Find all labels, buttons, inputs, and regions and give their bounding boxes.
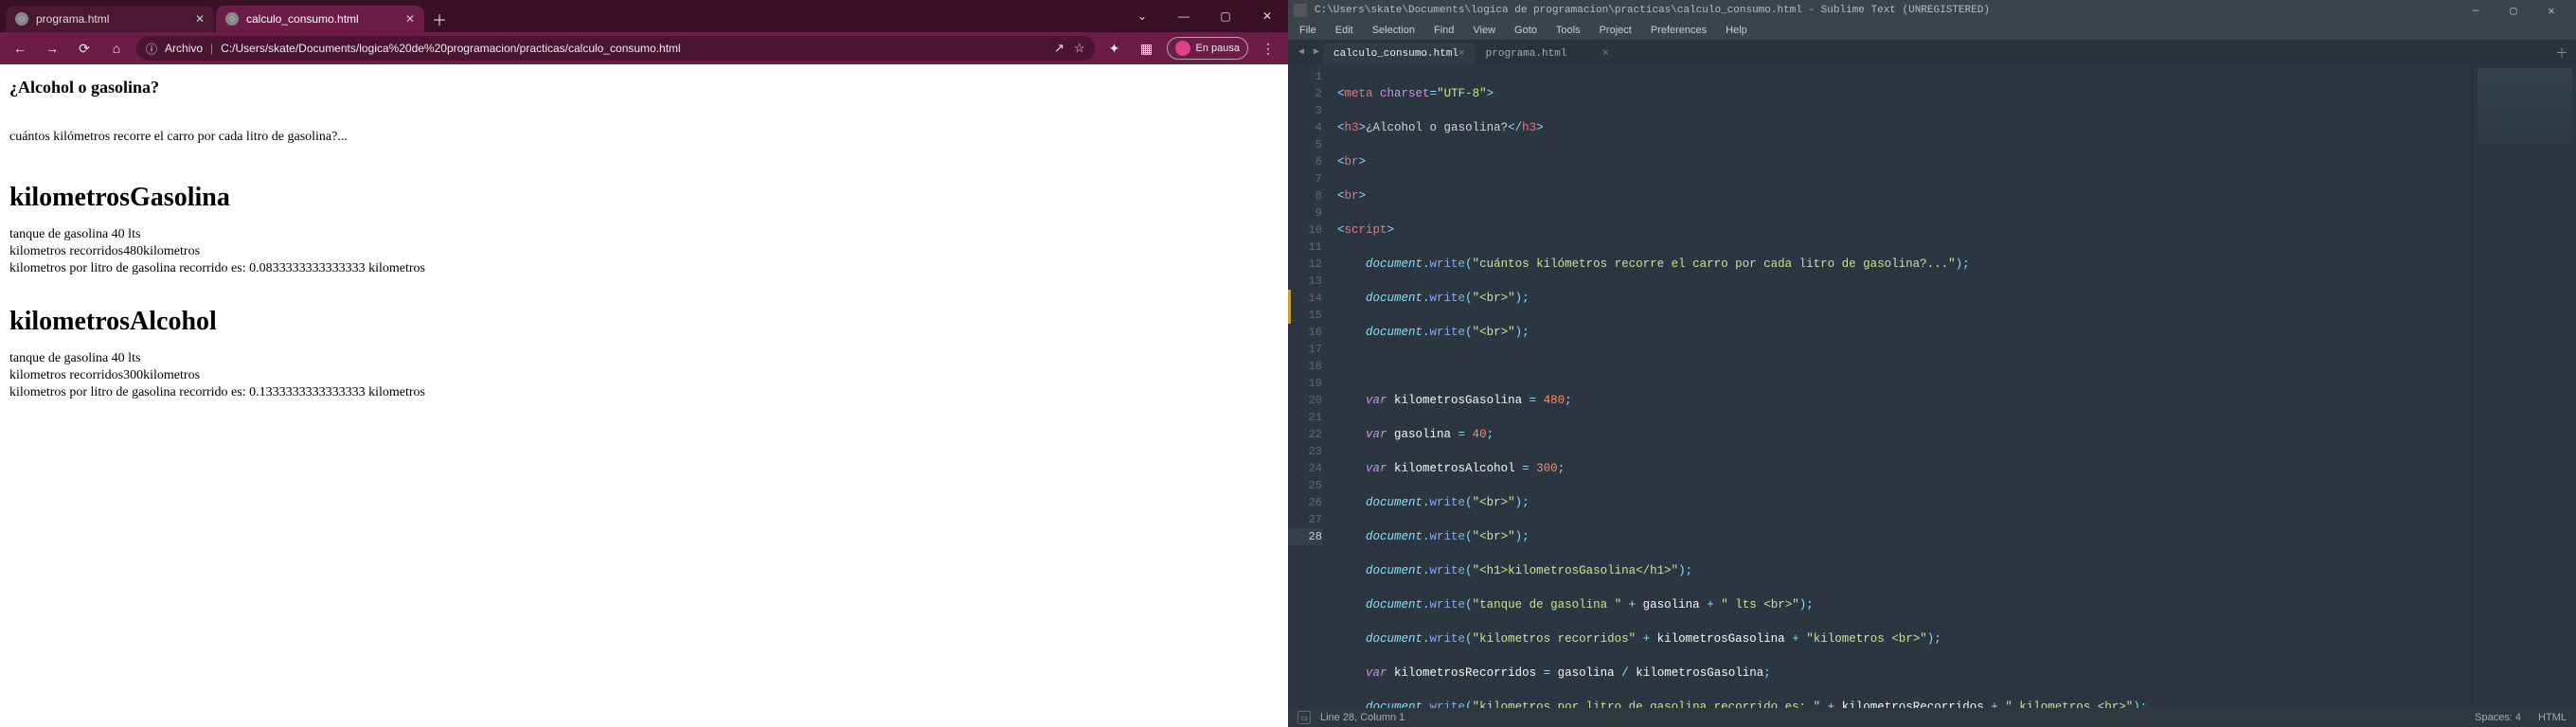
url-scheme-label: Archivo xyxy=(165,42,203,55)
new-tab-button[interactable]: ＋ xyxy=(426,6,453,32)
info-icon[interactable]: ⓘ xyxy=(146,41,157,57)
editor-tab-title: calculo_consumo.html xyxy=(1333,48,1458,60)
editor-area: 1234 5678 9101112 13141516 17181920 2122… xyxy=(1288,64,2576,708)
editor-tab-programa[interactable]: programa.html × xyxy=(1476,42,1619,64)
sublime-logo-icon xyxy=(1294,4,1307,17)
editor-tab-title: programa.html xyxy=(1486,48,1567,60)
editor-tab-calculo[interactable]: calculo_consumo.html × xyxy=(1324,42,1475,64)
favicon-icon: ◌ xyxy=(225,12,239,26)
tab-title: calculo_consumo.html xyxy=(246,12,359,26)
statusbar: ▭ Line 28, Column 1 Spaces: 4 HTML xyxy=(1288,708,2576,727)
sublime-titlebar: C:\Users\skate\Documents\logica de progr… xyxy=(1288,0,2576,21)
menu-goto[interactable]: Goto xyxy=(1507,23,1545,38)
browser-titlebar: ◌ programa.html ✕ ◌ calculo_consumo.html… xyxy=(0,0,1288,32)
menu-edit[interactable]: Edit xyxy=(1328,23,1361,38)
section2-line2: kilometros recorridos300kilometros xyxy=(9,367,1279,384)
menu-tools[interactable]: Tools xyxy=(1548,23,1588,38)
line-gutter: 1234 5678 9101112 13141516 17181920 2122… xyxy=(1288,64,1332,708)
star-icon[interactable]: ☆ xyxy=(1074,41,1085,56)
favicon-icon: ◌ xyxy=(15,12,28,26)
menu-help[interactable]: Help xyxy=(1718,23,1755,38)
page-content: ¿Alcohol o gasolina? cuántos kilómetros … xyxy=(0,64,1288,727)
tab-scroll-right-icon[interactable]: ▶ xyxy=(1309,40,1324,64)
url-text: C:/Users/skate/Documents/logica%20de%20p… xyxy=(221,42,681,55)
browser-window-controls: ⌄ — ▢ ✕ xyxy=(1121,0,1288,32)
tab-overview-icon[interactable]: ⌄ xyxy=(1121,0,1163,32)
page-heading: ¿Alcohol o gasolina? xyxy=(9,78,1279,98)
apps-icon[interactable]: ▦ xyxy=(1135,36,1159,61)
menu-file[interactable]: File xyxy=(1292,23,1324,38)
reload-icon[interactable]: ⟳ xyxy=(72,36,97,61)
section1-heading: kilometrosGasolina xyxy=(9,183,1279,213)
new-editor-tab-icon[interactable]: ＋ xyxy=(2555,44,2568,62)
tab-close-icon[interactable]: × xyxy=(1458,48,1465,60)
section1-line2: kilometros recorridos480kilometros xyxy=(9,243,1279,260)
panel-switcher-icon[interactable]: ▭ xyxy=(1297,711,1311,724)
section1-line1: tanque de gasolina 40 lts xyxy=(9,226,1279,243)
avatar-icon xyxy=(1175,41,1190,56)
section1-line3: kilometros por litro de gasolina recorri… xyxy=(9,260,1279,277)
address-bar[interactable]: ⓘ Archivo | C:/Users/skate/Documents/log… xyxy=(136,36,1095,61)
minimize-icon[interactable]: — xyxy=(2457,0,2495,21)
section2-heading: kilometrosAlcohol xyxy=(9,307,1279,337)
menu-view[interactable]: View xyxy=(1465,23,1503,38)
forward-icon[interactable]: → xyxy=(40,36,64,61)
code-editor[interactable]: <meta charset="UTF-8"> <h3>¿Alcohol o ga… xyxy=(1332,64,2472,708)
browser-tab-calculo[interactable]: ◌ calculo_consumo.html ✕ xyxy=(216,6,424,32)
share-icon[interactable]: ↗ xyxy=(1054,41,1064,56)
browser-tab-programa[interactable]: ◌ programa.html ✕ xyxy=(6,6,214,32)
minimap-viewport[interactable] xyxy=(2478,68,2572,144)
browser-window: ◌ programa.html ✕ ◌ calculo_consumo.html… xyxy=(0,0,1288,727)
menu-icon[interactable]: ⋮ xyxy=(1256,36,1280,61)
section2-line3: kilometros por litro de gasolina recorri… xyxy=(9,384,1279,401)
tab-close-icon[interactable]: ✕ xyxy=(405,12,415,26)
browser-tabs: ◌ programa.html ✕ ◌ calculo_consumo.html… xyxy=(0,0,453,32)
page-question: cuántos kilómetros recorre el carro por … xyxy=(9,130,1279,145)
cursor-position[interactable]: Line 28, Column 1 xyxy=(1320,712,1404,723)
maximize-icon[interactable]: ▢ xyxy=(1205,0,1246,32)
indent-setting[interactable]: Spaces: 4 xyxy=(2475,712,2521,723)
syntax-setting[interactable]: HTML xyxy=(2538,712,2567,723)
sublime-title: C:\Users\skate\Documents\logica de progr… xyxy=(1315,5,1990,16)
close-icon[interactable]: ✕ xyxy=(1246,0,1288,32)
sublime-menubar: File Edit Selection Find View Goto Tools… xyxy=(1288,21,2576,40)
sublime-tabbar: ◀ ▶ calculo_consumo.html × programa.html… xyxy=(1288,40,2576,64)
extensions-icon[interactable]: ✦ xyxy=(1102,36,1127,61)
menu-find[interactable]: Find xyxy=(1426,23,1461,38)
section2-line1: tanque de gasolina 40 lts xyxy=(9,350,1279,367)
close-icon[interactable]: ✕ xyxy=(2532,0,2570,21)
minimize-icon[interactable]: — xyxy=(1163,0,1205,32)
tab-scroll-left-icon[interactable]: ◀ xyxy=(1294,40,1309,64)
back-icon[interactable]: ← xyxy=(8,36,32,61)
menu-selection[interactable]: Selection xyxy=(1365,23,1422,38)
profile-chip[interactable]: En pausa xyxy=(1167,37,1248,60)
tab-close-icon[interactable]: × xyxy=(1602,48,1609,60)
minimap[interactable] xyxy=(2472,64,2576,708)
maximize-icon[interactable]: ▢ xyxy=(2495,0,2532,21)
home-icon[interactable]: ⌂ xyxy=(104,36,129,61)
menu-project[interactable]: Project xyxy=(1592,23,1639,38)
tab-close-icon[interactable]: ✕ xyxy=(195,12,205,26)
profile-label: En pausa xyxy=(1196,43,1240,54)
sublime-window: C:\Users\skate\Documents\logica de progr… xyxy=(1288,0,2576,727)
menu-preferences[interactable]: Preferences xyxy=(1643,23,1714,38)
browser-toolbar: ← → ⟳ ⌂ ⓘ Archivo | C:/Users/skate/Docum… xyxy=(0,32,1288,64)
urlbar-right-icons: ↗ ☆ xyxy=(1054,41,1085,56)
tab-title: programa.html xyxy=(36,12,109,26)
